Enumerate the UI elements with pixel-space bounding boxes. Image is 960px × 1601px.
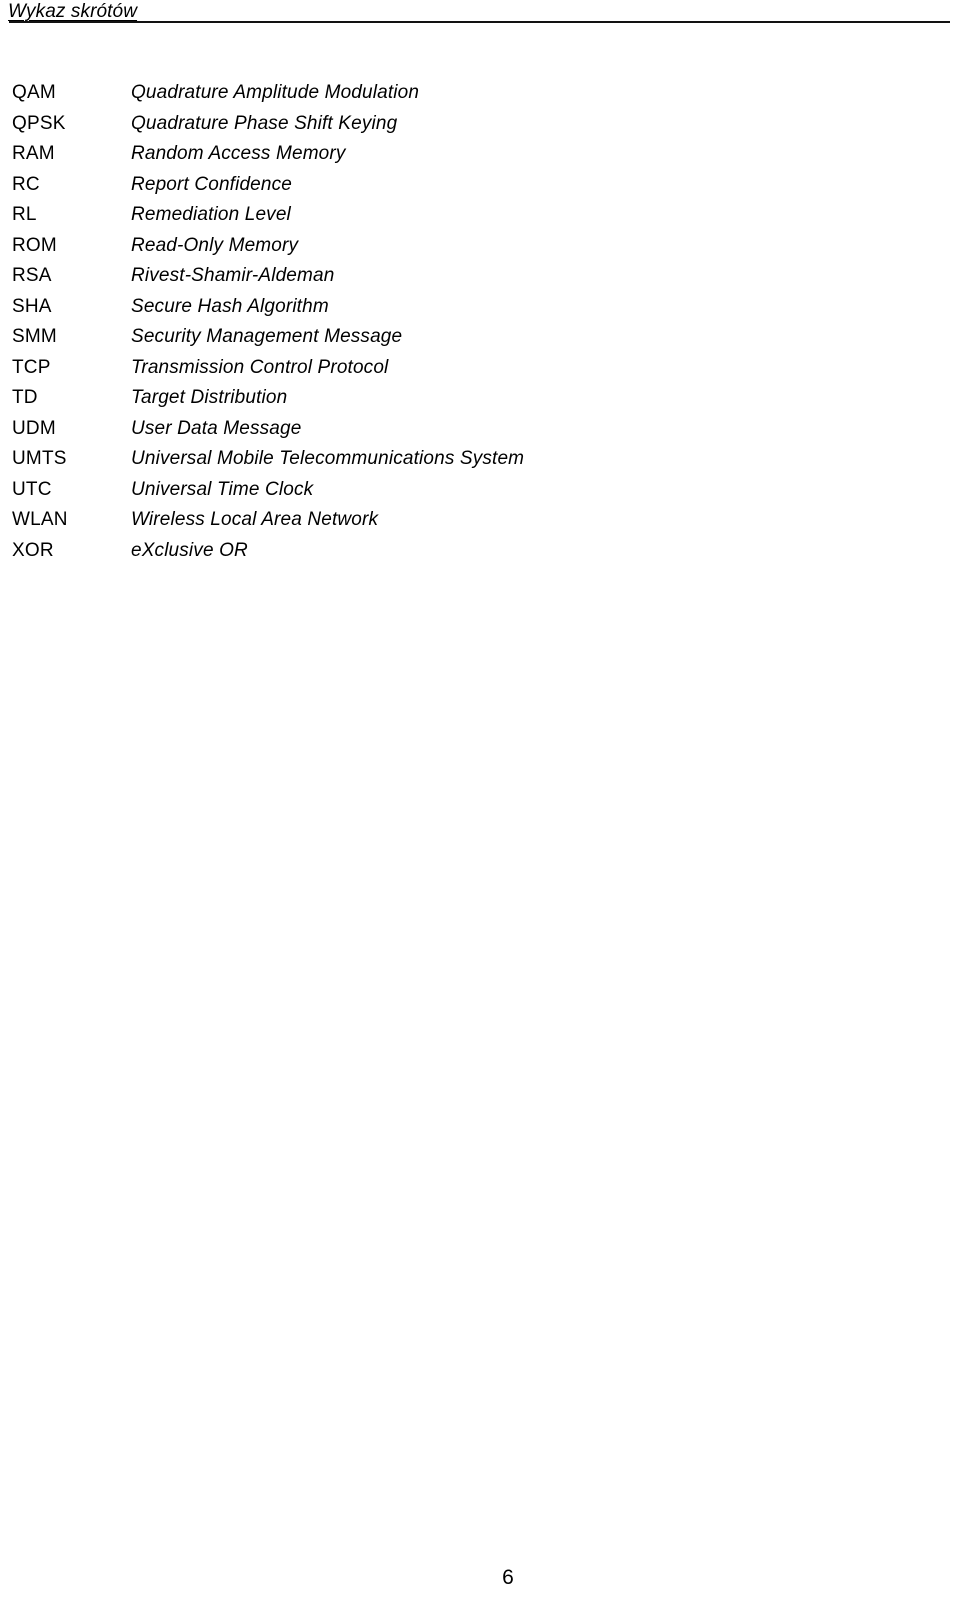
abbreviation-term: WLAN xyxy=(12,509,68,530)
abbreviation-term: RAM xyxy=(12,143,55,164)
abbreviation-definition: Universal Mobile Telecommunications Syst… xyxy=(131,448,525,469)
running-footer: 6 xyxy=(0,1566,960,1596)
abbreviation-definition: Quadrature Phase Shift Keying xyxy=(131,112,398,134)
abbreviation-row: XOR eXclusive OR xyxy=(0,536,960,567)
abbreviation-term: SMM xyxy=(12,326,57,347)
abbreviation-term: UTC xyxy=(12,478,52,500)
abbreviation-row: RL Remediation Level xyxy=(0,200,960,231)
abbreviation-definition: eXclusive OR xyxy=(131,539,248,561)
abbreviation-term: XOR xyxy=(12,539,54,561)
abbreviation-row: SHA Secure Hash Algorithm xyxy=(0,292,960,323)
abbreviation-definition: Secure Hash Algorithm xyxy=(131,295,329,317)
abbreviation-row: QPSK Quadrature Phase Shift Keying xyxy=(0,109,960,140)
abbreviation-term: TD xyxy=(12,387,38,408)
abbreviation-definition: Read-Only Memory xyxy=(131,234,299,256)
abbreviation-term: UDM xyxy=(12,417,56,439)
abbreviation-row: QAM Quadrature Amplitude Modulation xyxy=(0,78,960,109)
abbreviation-term: RL xyxy=(12,204,37,225)
running-header: Wykaz skrótów xyxy=(0,0,960,30)
abbreviation-definition: Remediation Level xyxy=(131,204,291,225)
abbreviation-term: UMTS xyxy=(12,448,67,469)
abbreviation-definition: Target Distribution xyxy=(131,387,288,408)
abbreviation-definition: Security Management Message xyxy=(131,326,403,347)
abbreviation-row: SMM Security Management Message xyxy=(0,322,960,353)
abbreviation-row: UTC Universal Time Clock xyxy=(0,475,960,506)
abbreviation-definition: User Data Message xyxy=(131,417,302,439)
abbreviation-term: QAM xyxy=(12,82,56,103)
abbreviation-definition: Random Access Memory xyxy=(131,143,346,164)
abbreviation-row: TD Target Distribution xyxy=(0,383,960,414)
abbreviation-definition: Universal Time Clock xyxy=(131,478,314,500)
abbreviation-row: TCP Transmission Control Protocol xyxy=(0,353,960,384)
abbreviation-term: RC xyxy=(12,173,40,195)
abbreviation-definition: Transmission Control Protocol xyxy=(131,356,389,378)
abbreviation-row: WLAN Wireless Local Area Network xyxy=(0,505,960,536)
abbreviation-row: RSA Rivest-Shamir-Aldeman xyxy=(0,261,960,292)
abbreviation-definition: Report Confidence xyxy=(131,173,292,195)
abbreviation-list: QAM Quadrature Amplitude Modulation QPSK Qu… xyxy=(0,78,960,566)
abbreviation-definition: Wireless Local Area Network xyxy=(131,509,379,530)
page-title: Wykaz skrótów xyxy=(8,1,138,22)
abbreviation-row: RAM Random Access Memory xyxy=(0,139,960,170)
abbreviation-term: SHA xyxy=(12,295,52,317)
abbreviation-term: ROM xyxy=(12,234,57,256)
abbreviation-row: UMTS Universal Mobile Telecommunications … xyxy=(0,444,960,475)
header-divider xyxy=(9,21,950,23)
abbreviation-term: QPSK xyxy=(12,112,66,134)
page-number: 6 xyxy=(502,1566,514,1589)
abbreviation-term: TCP xyxy=(12,356,51,378)
abbreviation-row: UDM User Data Message xyxy=(0,414,960,445)
document-page: Wykaz skrótów QAM Quadrature Amplitude Mo… xyxy=(0,0,960,1601)
abbreviation-definition: Quadrature Amplitude Modulation xyxy=(131,82,420,103)
abbreviation-term: RSA xyxy=(12,265,52,286)
abbreviation-row: ROM Read-Only Memory xyxy=(0,231,960,262)
abbreviation-row: RC Report Confidence xyxy=(0,170,960,201)
abbreviation-definition: Rivest-Shamir-Aldeman xyxy=(131,265,335,286)
